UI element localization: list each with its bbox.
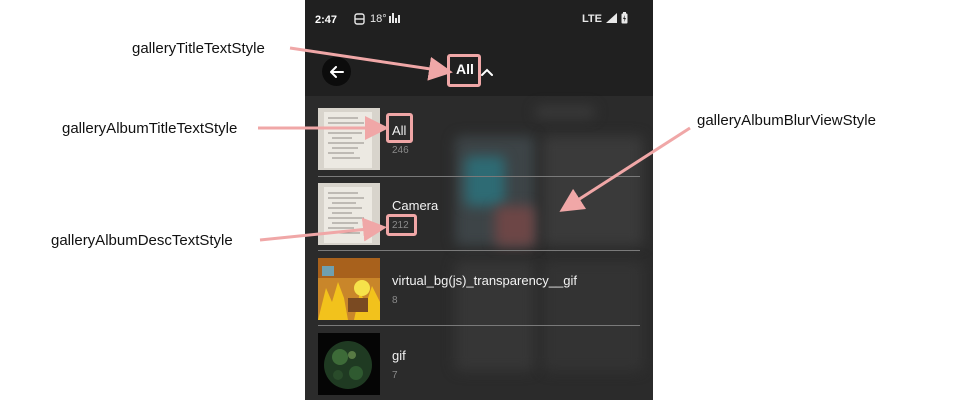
sim-icon [354, 13, 365, 28]
back-arrow-icon [329, 65, 344, 78]
back-button[interactable] [322, 57, 351, 86]
album-thumbnail [318, 108, 380, 170]
signal-strength-icon [389, 13, 400, 26]
highlight-album-count [386, 214, 417, 236]
album-divider [318, 176, 640, 177]
album-title: virtual_bg(js)_transparency__gif [392, 273, 577, 288]
album-thumbnail [318, 183, 380, 245]
network-type-label: LTE [582, 13, 602, 25]
annotation-album-blur-style: galleryAlbumBlurViewStyle [697, 112, 876, 129]
album-list: All 246 Camera 212 virtual_bg(js)_transp… [305, 96, 653, 400]
chevron-up-icon[interactable] [481, 63, 493, 81]
album-divider [318, 325, 640, 326]
album-thumbnail [318, 258, 380, 320]
album-row-gif[interactable]: gif 7 [318, 333, 640, 395]
album-row-camera[interactable]: Camera 212 [318, 183, 640, 245]
album-title: Camera [392, 198, 439, 213]
highlight-toolbar-title [447, 54, 481, 87]
temperature-label: 18° [370, 13, 387, 25]
status-bar: 2:47 18° LTE [305, 0, 653, 42]
annotation-album-title-style: galleryAlbumTitleTextStyle [62, 120, 238, 137]
album-row-virtual-bg[interactable]: virtual_bg(js)_transparency__gif 8 [318, 258, 640, 320]
album-thumbnail [318, 333, 380, 395]
album-count: 8 [392, 295, 398, 306]
highlight-album-title [386, 113, 413, 143]
album-count: 7 [392, 370, 398, 381]
album-row-all[interactable]: All 246 [318, 108, 640, 170]
album-count: 246 [392, 145, 409, 156]
album-divider [318, 250, 640, 251]
annotation-title-style: galleryTitleTextStyle [132, 40, 265, 57]
status-time: 2:47 [315, 14, 338, 26]
annotation-album-desc-style: galleryAlbumDescTextStyle [51, 232, 233, 249]
cell-signal-icon [606, 13, 617, 26]
phone-screen: 2:47 18° LTE All All 246 Camera 212 virt… [305, 0, 653, 400]
album-title: gif [392, 348, 406, 363]
battery-icon [621, 12, 628, 27]
